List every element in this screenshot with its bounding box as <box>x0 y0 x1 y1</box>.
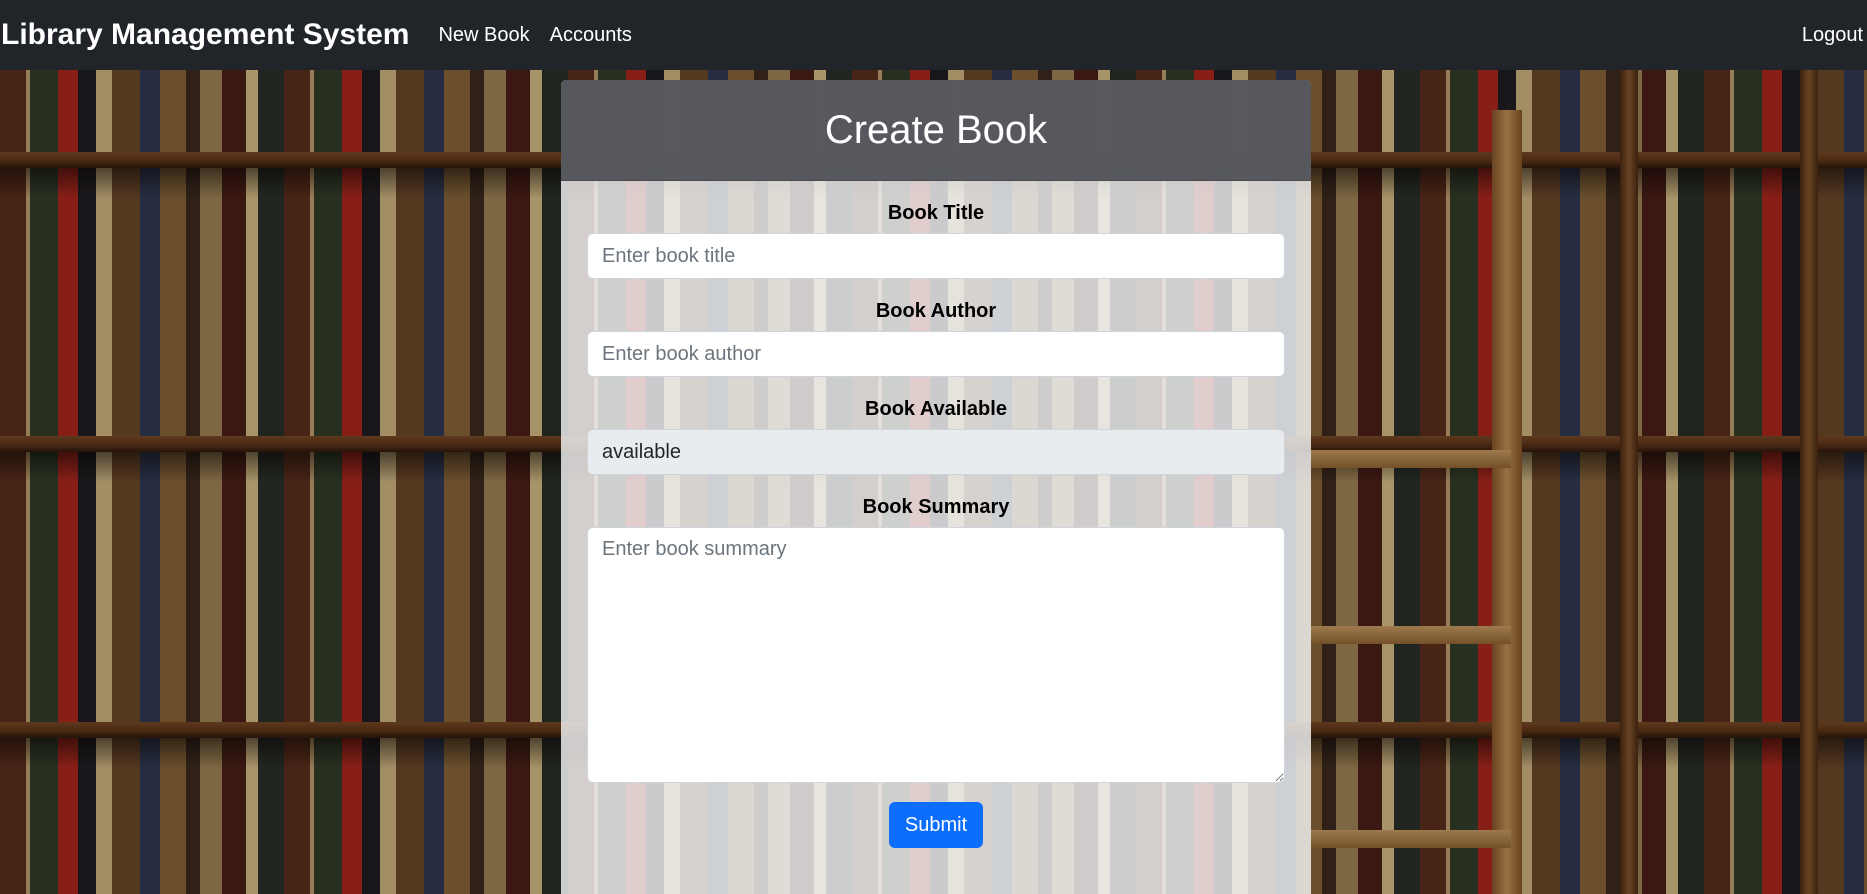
logout-link[interactable]: Logout <box>1802 24 1863 47</box>
card-header: Create Book <box>561 80 1311 181</box>
create-book-form: Book Title Book Author Book Available Bo… <box>561 181 1311 848</box>
book-title-input[interactable] <box>587 233 1285 279</box>
book-summary-group: Book Summary <box>587 475 1285 783</box>
nav-link-accounts[interactable]: Accounts <box>550 24 632 47</box>
book-available-label: Book Available <box>865 398 1007 420</box>
top-navbar: Library Management System New Book Accou… <box>0 0 1867 70</box>
submit-row: Submit <box>587 802 1285 848</box>
create-book-card: Create Book Book Title Book Author Book … <box>561 80 1311 894</box>
brand-link[interactable]: Library Management System <box>1 18 409 52</box>
book-author-label: Book Author <box>875 300 997 322</box>
nav-link-new-book[interactable]: New Book <box>438 24 529 47</box>
book-available-group: Book Available <box>587 377 1285 475</box>
page-title: Create Book <box>824 107 1048 152</box>
book-summary-textarea[interactable] <box>587 527 1285 783</box>
book-author-input[interactable] <box>587 331 1285 377</box>
book-title-label: Book Title <box>887 202 985 224</box>
book-available-field[interactable] <box>587 429 1285 475</box>
submit-button[interactable]: Submit <box>888 802 984 848</box>
book-title-group: Book Title <box>587 181 1285 279</box>
book-author-group: Book Author <box>587 279 1285 377</box>
book-summary-label: Book Summary <box>862 496 1010 518</box>
